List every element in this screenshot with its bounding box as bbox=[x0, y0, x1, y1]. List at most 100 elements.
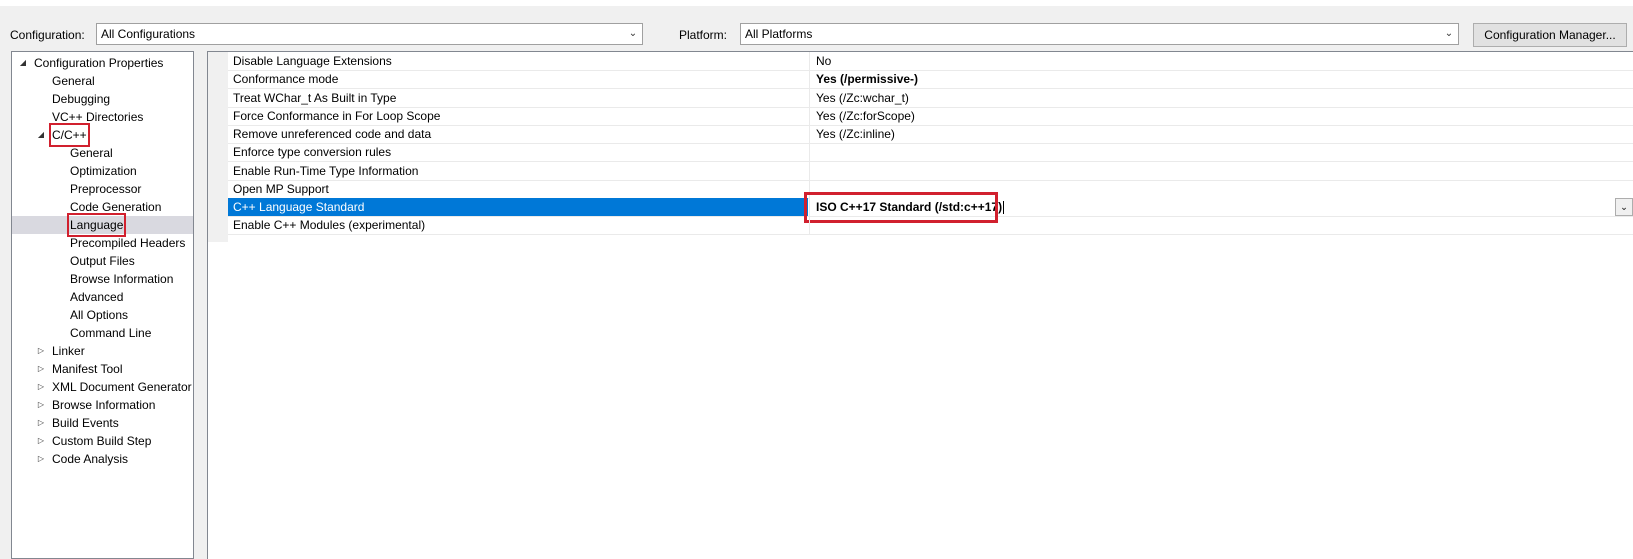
configuration-label: Configuration: bbox=[10, 28, 85, 42]
tree-item-label: Manifest Tool bbox=[52, 362, 123, 376]
property-name: Remove unreferenced code and data bbox=[233, 127, 432, 141]
property-row[interactable]: Treat WChar_t As Built in Type Yes (/Zc:w… bbox=[228, 88, 1633, 108]
tree-item-label: Advanced bbox=[70, 290, 124, 304]
tree-item[interactable]: ▷ Manifest Tool bbox=[12, 360, 193, 378]
triangle-collapsed-icon[interactable]: ▷ bbox=[36, 396, 46, 414]
property-row[interactable]: Enable C++ Modules (experimental) bbox=[228, 216, 1633, 236]
triangle-expanded-icon[interactable]: ◢ bbox=[36, 126, 46, 144]
property-row[interactable]: Disable Language Extensions No bbox=[228, 52, 1633, 71]
property-name: Conformance mode bbox=[233, 72, 339, 87]
property-name: Treat WChar_t As Built in Type bbox=[233, 90, 397, 105]
property-row[interactable]: C++ Language Standard ISO C++17 Standard … bbox=[228, 198, 1633, 217]
tree-item-label: Optimization bbox=[70, 164, 137, 178]
tree-item[interactable]: All Options bbox=[12, 306, 193, 324]
tree-item[interactable]: VC++ Directories bbox=[12, 108, 193, 126]
property-name: Force Conformance in For Loop Scope bbox=[233, 108, 441, 123]
property-value: Yes (/Zc:wchar_t) bbox=[809, 88, 1633, 107]
property-value bbox=[809, 161, 1633, 180]
chevron-down-icon: ⌄ bbox=[628, 28, 638, 39]
property-value-text: Yes (/Zc:wchar_t) bbox=[816, 90, 909, 105]
tree-item-label: General bbox=[70, 146, 113, 160]
property-tree[interactable]: ◢ Configuration Properties General Debuggin… bbox=[11, 51, 194, 559]
platform-select[interactable]: All Platforms ⌄ bbox=[740, 23, 1459, 45]
tree-item-label: All Options bbox=[70, 308, 129, 322]
tree-item[interactable]: Language bbox=[12, 213, 193, 237]
tree-item[interactable]: ◢ C/C++ bbox=[12, 123, 193, 147]
tree-item[interactable]: Debugging bbox=[12, 90, 193, 108]
property-value: Yes (/Zc:inline) bbox=[809, 125, 1633, 143]
property-name: Open MP Support bbox=[233, 181, 329, 196]
property-value-text: Yes (/Zc:forScope) bbox=[816, 108, 915, 123]
configuration-manager-button[interactable]: Configuration Manager... bbox=[1473, 23, 1627, 47]
tree-item[interactable]: Precompiled Headers bbox=[12, 234, 193, 252]
tree-item-label: Code Generation bbox=[70, 200, 162, 214]
tree-item-label: Configuration Properties bbox=[34, 56, 164, 70]
property-value bbox=[809, 143, 1633, 162]
property-grid[interactable]: Disable Language Extensions No Conformance… bbox=[207, 51, 1633, 559]
property-value-text: Yes (/Zc:inline) bbox=[816, 127, 895, 141]
property-value-text: Yes (/permissive-) bbox=[816, 72, 919, 87]
triangle-collapsed-icon[interactable]: ▷ bbox=[36, 378, 46, 396]
triangle-collapsed-icon[interactable]: ▷ bbox=[36, 342, 46, 360]
grid-gutter bbox=[208, 52, 228, 242]
platform-value: All Platforms bbox=[745, 27, 813, 41]
tree-item[interactable]: Output Files bbox=[12, 252, 193, 270]
property-value: No bbox=[809, 52, 1633, 70]
tree-item-label: Preprocessor bbox=[70, 182, 142, 196]
property-name: Enable Run-Time Type Information bbox=[233, 163, 419, 178]
tree-item[interactable]: Advanced bbox=[12, 288, 193, 306]
tree-item-label: VC++ Directories bbox=[52, 110, 144, 124]
tree-item-label: Command Line bbox=[70, 326, 152, 340]
triangle-collapsed-icon[interactable]: ▷ bbox=[36, 450, 46, 468]
property-row[interactable]: Conformance mode Yes (/permissive-) bbox=[228, 70, 1633, 90]
tree-item[interactable]: Optimization bbox=[12, 162, 193, 180]
tree-item[interactable]: ◢ Configuration Properties bbox=[12, 54, 193, 72]
tree-item-label: Code Analysis bbox=[52, 452, 129, 466]
tree-item[interactable]: Preprocessor bbox=[12, 180, 193, 198]
property-name: Enable C++ Modules (experimental) bbox=[233, 218, 426, 233]
tree-item-label: Custom Build Step bbox=[52, 434, 152, 448]
property-value-editor[interactable]: ISO C++17 Standard (/std:c++17) ⌄ bbox=[809, 198, 1633, 216]
tree-item-label: C/C++ bbox=[49, 123, 90, 147]
property-row[interactable]: Enforce type conversion rules bbox=[228, 143, 1633, 163]
property-name: Disable Language Extensions bbox=[233, 54, 392, 68]
tree-item[interactable]: ▷ Build Events bbox=[12, 414, 193, 432]
property-row[interactable]: Enable Run-Time Type Information bbox=[228, 161, 1633, 181]
property-name: C++ Language Standard bbox=[228, 198, 808, 216]
tree-item-label: XML Document Generator bbox=[52, 380, 192, 394]
tree-item-label: Build Events bbox=[52, 416, 119, 430]
config-toolbar: Configuration: All Configurations ⌄ Plat… bbox=[0, 6, 1633, 52]
tree-item-label: General bbox=[52, 74, 95, 88]
tree-item-label: Browse Information bbox=[52, 398, 156, 412]
triangle-collapsed-icon[interactable]: ▷ bbox=[36, 432, 46, 450]
property-value bbox=[809, 216, 1633, 235]
property-row[interactable]: Open MP Support bbox=[228, 179, 1633, 199]
configuration-value: All Configurations bbox=[101, 27, 196, 41]
triangle-collapsed-icon[interactable]: ▷ bbox=[36, 414, 46, 432]
tree-item[interactable]: ▷ Code Analysis bbox=[12, 450, 193, 468]
tree-item[interactable]: ▷ Custom Build Step bbox=[12, 432, 193, 450]
configuration-select[interactable]: All Configurations ⌄ bbox=[96, 23, 643, 45]
tree-item[interactable]: Browse Information bbox=[12, 270, 193, 288]
property-value-text: No bbox=[816, 54, 832, 68]
tree-item-label: Precompiled Headers bbox=[70, 236, 186, 250]
property-value: Yes (/Zc:forScope) bbox=[809, 106, 1633, 125]
tree-item-label: Linker bbox=[52, 344, 85, 358]
triangle-expanded-icon[interactable]: ◢ bbox=[18, 54, 28, 72]
tree-item[interactable]: General bbox=[12, 144, 193, 162]
tree-item-label: Debugging bbox=[52, 92, 111, 106]
tree-item[interactable]: General bbox=[12, 72, 193, 90]
property-row[interactable]: Remove unreferenced code and data Yes (/Z… bbox=[228, 125, 1633, 144]
chevron-down-icon: ⌄ bbox=[1444, 28, 1454, 39]
tree-item[interactable]: Code Generation bbox=[12, 198, 193, 216]
triangle-collapsed-icon[interactable]: ▷ bbox=[36, 360, 46, 378]
tree-item[interactable]: ▷ XML Document Generator bbox=[12, 378, 193, 396]
property-row[interactable]: Force Conformance in For Loop Scope Yes (… bbox=[228, 106, 1633, 126]
tree-item[interactable]: Command Line bbox=[12, 324, 193, 342]
chevron-down-icon[interactable]: ⌄ bbox=[1615, 198, 1633, 216]
property-value: Yes (/permissive-) bbox=[809, 70, 1633, 89]
property-value-text: ISO C++17 Standard (/std:c++17) bbox=[816, 200, 1003, 214]
text-caret bbox=[1003, 201, 1005, 215]
tree-item[interactable]: ▷ Linker bbox=[12, 342, 193, 360]
tree-item[interactable]: ▷ Browse Information bbox=[12, 396, 193, 414]
